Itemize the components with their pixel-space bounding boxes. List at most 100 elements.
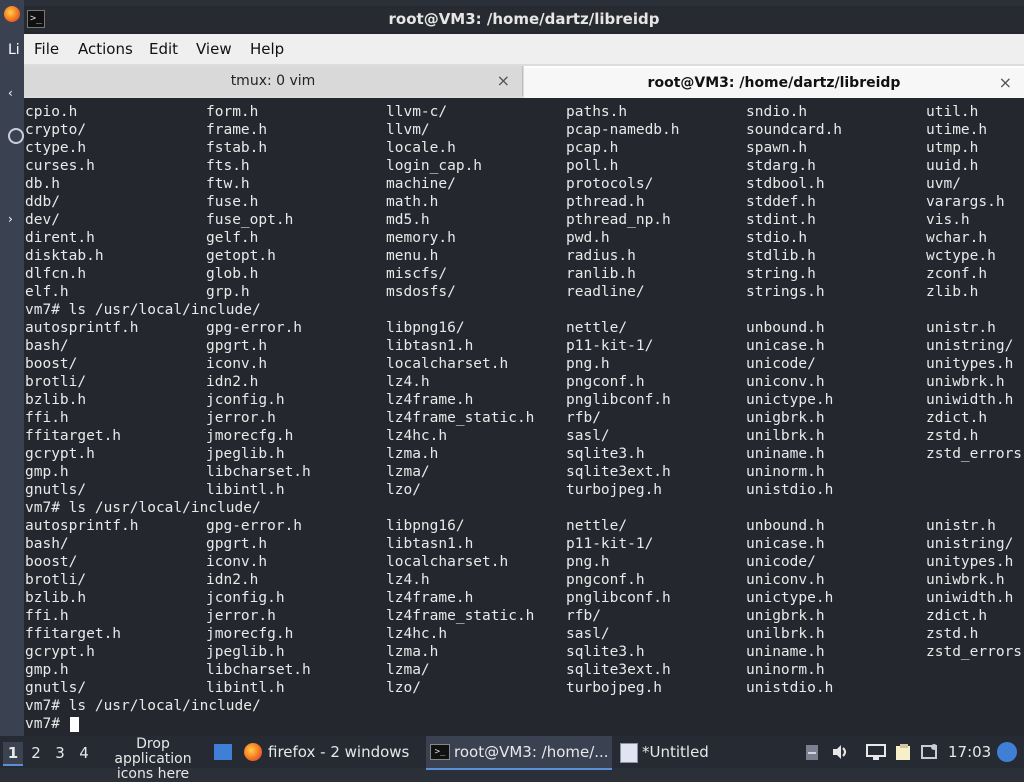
file-entry: uniconv.h (746, 572, 825, 588)
file-entry: brotli/ (25, 374, 87, 390)
tab-label: tmux: 0 vim (230, 73, 316, 89)
terminal-output[interactable]: cpio.h form.h llvm-c/paths.h sndio.h util.h c… (24, 100, 1024, 736)
close-icon[interactable]: × (999, 73, 1012, 92)
file-entry: pnglibconf.h (566, 392, 671, 408)
file-entry: login_cap.h (386, 158, 483, 174)
task-firefox[interactable]: firefox - 2 windows (240, 736, 420, 768)
shell-command: vm7# ls /usr/local/include/ (25, 500, 261, 516)
workspace-4[interactable]: 4 (74, 742, 94, 764)
file-entry: png.h (566, 554, 610, 570)
file-entry: paths.h (566, 104, 628, 120)
file-entry: llvm-c/ (386, 104, 448, 120)
file-entry: varargs.h (926, 194, 1005, 210)
file-entry: utime.h (926, 122, 988, 138)
file-entry: md5.h (386, 212, 430, 228)
file-entry: unistr.h (926, 320, 996, 336)
text-cursor (70, 717, 79, 732)
window-titlebar[interactable]: >_ root@VM3: /home/dartz/libreidp (24, 6, 1024, 32)
file-entry: uninorm.h (746, 464, 825, 480)
file-entry: wctype.h (926, 248, 996, 264)
tab-root-terminal[interactable]: root@VM3: /home/dartz/libreidp × (524, 66, 1024, 98)
file-entry: boost/ (25, 554, 78, 570)
terminal-line: boost/iconv.h localcharset.h png.h unicode/… (25, 553, 1024, 571)
workspace-1[interactable]: 1 (3, 742, 23, 766)
task-label: *Untitled (642, 743, 709, 761)
workspace-2[interactable]: 2 (26, 742, 46, 764)
file-entry: curses.h (25, 158, 95, 174)
file-entry: menu.h (386, 248, 439, 264)
file-entry: idn2.h (206, 374, 259, 390)
terminal-line: cpio.h form.h llvm-c/paths.h sndio.h util.h (25, 103, 1024, 121)
file-entry: brotli/ (25, 572, 87, 588)
terminal-line: disktab.h getopt.h menu.h radius.h stdlib.h w… (25, 247, 1024, 265)
file-entry: unistr.h (926, 518, 996, 534)
file-entry: unicase.h (746, 536, 825, 552)
workspace-3[interactable]: 3 (50, 742, 70, 764)
task-terminal[interactable]: >_ root@VM3: /home/... (426, 736, 612, 770)
terminal-command-line: vm7# ls /usr/local/include/ (25, 697, 1024, 715)
desktop-partial-label: Li (8, 42, 20, 58)
clipboard-tray-icon[interactable] (803, 743, 821, 761)
file-entry: libintl.h (206, 680, 285, 696)
file-entry: sqlite3ext.h (566, 464, 671, 480)
file-entry: jmorecfg.h (206, 626, 294, 642)
file-entry: lzo/ (386, 680, 421, 696)
file-entry: libintl.h (206, 482, 285, 498)
shell-prompt: vm7# (25, 716, 69, 732)
file-entry: util.h (926, 104, 979, 120)
file-entry: spawn.h (746, 140, 808, 156)
file-entry: localcharset.h (386, 356, 509, 372)
file-entry: unilbrk.h (746, 626, 825, 642)
volume-icon[interactable] (831, 743, 849, 761)
file-entry: unigbrk.h (746, 410, 825, 426)
file-entry: pcap.h (566, 140, 619, 156)
circle-icon (8, 128, 24, 144)
terminal-icon: >_ (430, 744, 450, 760)
file-entry: gpgrt.h (206, 536, 268, 552)
file-entry: uniwbrk.h (926, 374, 1005, 390)
close-icon[interactable]: × (497, 71, 510, 90)
file-entry: jconfig.h (206, 392, 285, 408)
terminal-line: curses.h fts.h login_cap.h poll.h stdarg.h uu… (25, 157, 1024, 175)
file-entry: fuse_opt.h (206, 212, 294, 228)
file-entry: lz4frame.h (386, 392, 474, 408)
task-label: firefox - 2 windows (268, 743, 410, 761)
file-entry: sasl/ (566, 626, 610, 642)
file-entry: gpgrt.h (206, 338, 268, 354)
terminal-line: autosprintf.h gpg-error.h libpng16/nettle/… (25, 319, 1024, 337)
menu-file[interactable]: File (34, 40, 59, 58)
network-icon[interactable] (866, 743, 886, 761)
file-entry: crypto/ (25, 122, 87, 138)
menu-edit[interactable]: Edit (149, 40, 178, 58)
file-entry: uvm/ (926, 176, 961, 192)
notification-icon[interactable] (920, 743, 938, 761)
file-entry: ddb/ (25, 194, 60, 210)
show-desktop-icon[interactable] (214, 744, 232, 760)
terminal-line: dlfcn.h glob.h miscfs/ranlib.h string.h zcon… (25, 265, 1024, 283)
app-tray-icon[interactable] (997, 742, 1017, 762)
terminal-line: ffi.h jerror.h lz4frame_static.h rfb/unigbr… (25, 409, 1024, 427)
file-entry: localcharset.h (386, 554, 509, 570)
file-entry: pngconf.h (566, 572, 645, 588)
file-entry: readline/ (566, 284, 645, 300)
firefox-icon (244, 743, 262, 761)
menu-help[interactable]: Help (250, 40, 284, 58)
clipboard-manager-icon[interactable] (894, 743, 912, 761)
file-entry: db.h (25, 176, 60, 192)
file-entry: msdosfs/ (386, 284, 456, 300)
file-entry: dlfcn.h (25, 266, 87, 282)
task-text-editor[interactable]: *Untitled (616, 736, 726, 768)
file-entry: turbojpeg.h (566, 482, 663, 498)
firefox-desktop-icon[interactable] (4, 6, 20, 22)
tab-tmux[interactable]: tmux: 0 vim × (24, 66, 523, 96)
clock[interactable]: 17:03 (948, 743, 991, 761)
terminal-line: brotli/idn2.h lz4.h pngconf.h uniconv.h uniw… (25, 373, 1024, 391)
file-entry: string.h (746, 266, 816, 282)
terminal-line: elf.h grp.h msdosfs/readline/strings.h zlib… (25, 283, 1024, 301)
file-entry: lz4frame_static.h (386, 608, 535, 624)
menu-actions[interactable]: Actions (78, 40, 133, 58)
file-entry: autosprintf.h (25, 320, 139, 336)
terminal-line: dev/fuse_opt.h md5.h pthread_np.h stdint.h v… (25, 211, 1024, 229)
file-entry: uniname.h (746, 446, 825, 462)
menu-view[interactable]: View (196, 40, 232, 58)
